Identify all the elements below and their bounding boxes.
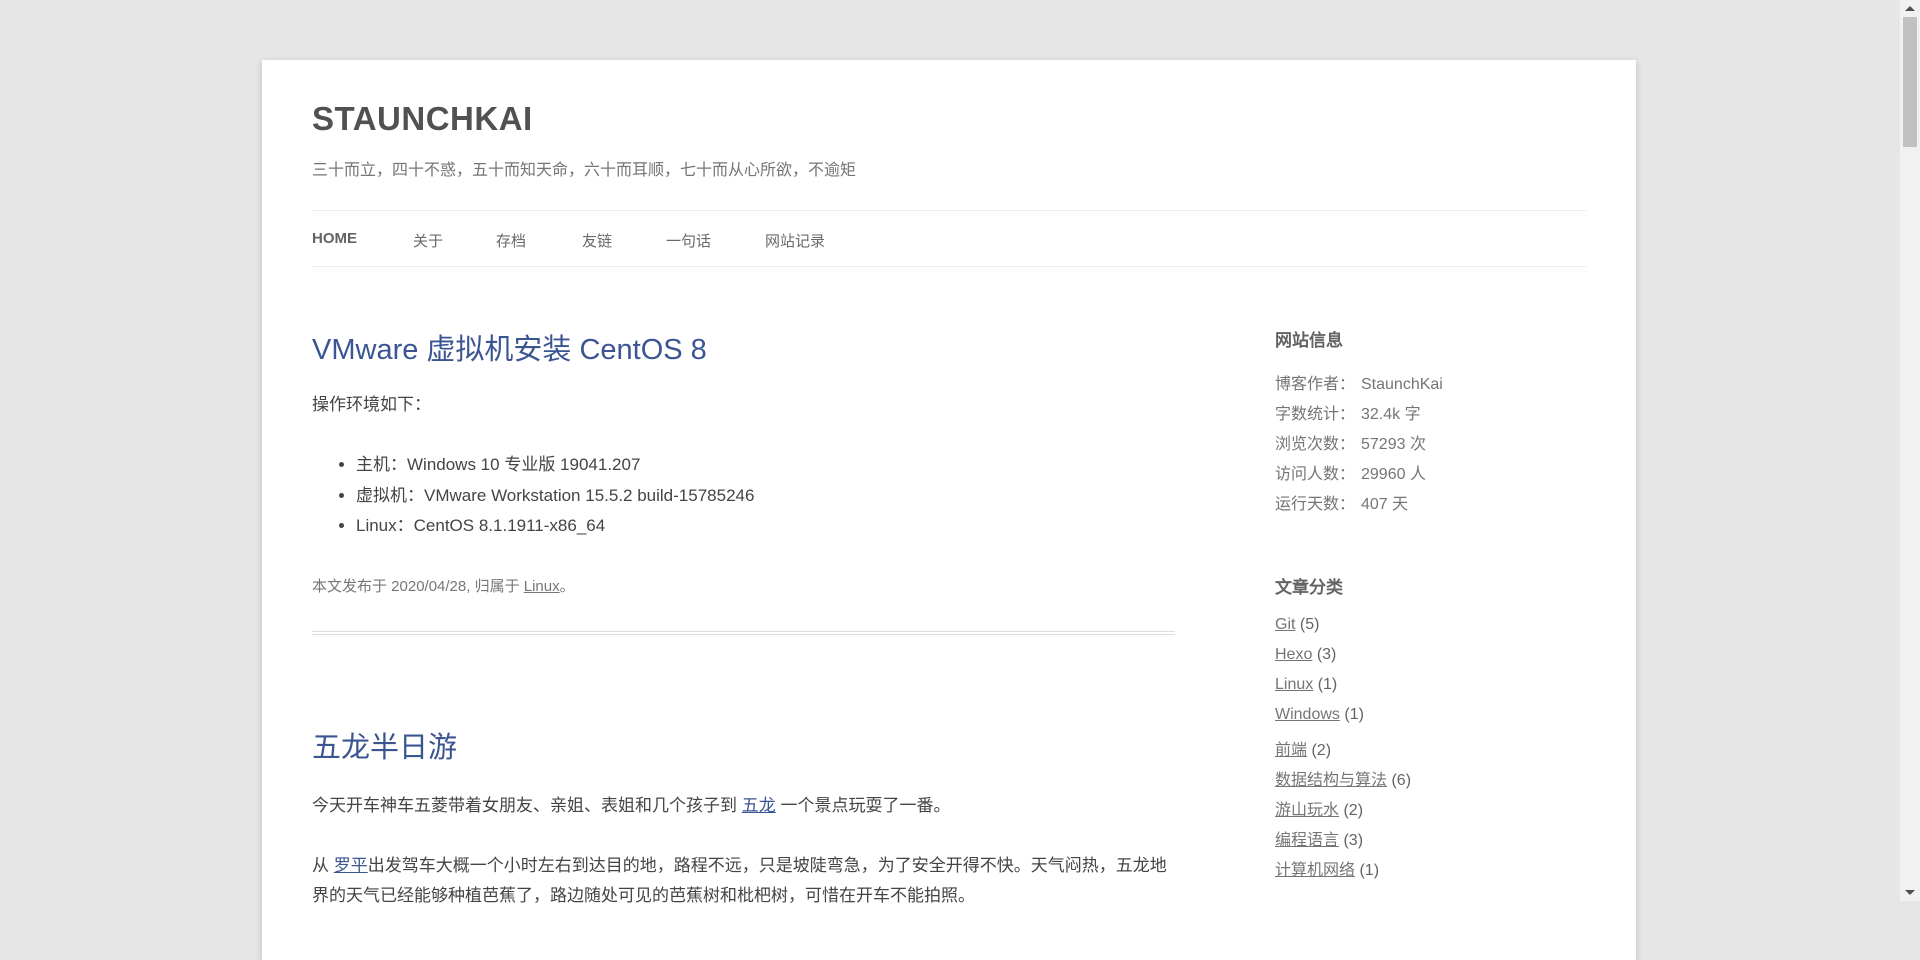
category-count: (2) — [1343, 802, 1364, 819]
category-link[interactable]: Windows — [1275, 706, 1340, 723]
category-item: Hexo (3) — [1275, 646, 1336, 664]
list-item: Linux：CentOS 8.1.1911-x86_64 — [356, 511, 754, 542]
category-link[interactable]: 计算机网络 — [1275, 862, 1355, 879]
category-item: 编程语言 (3) — [1275, 826, 1363, 850]
place-link[interactable]: 罗平 — [334, 856, 368, 875]
post-title[interactable]: VMware 虚拟机安装 CentOS 8 — [312, 326, 707, 368]
category-link[interactable]: 游山玩水 — [1275, 802, 1339, 819]
category-item: 计算机网络 (1) — [1275, 856, 1379, 880]
list-item: 虚拟机：VMware Workstation 15.5.2 build-1578… — [356, 481, 754, 512]
category-count: (3) — [1316, 646, 1337, 663]
scrollbar-thumb[interactable] — [1903, 17, 1917, 147]
text: 一个景点玩耍了一番。 — [775, 796, 951, 815]
post-paragraph: 今天开车神车五菱带着女朋友、亲姐、表姐和几个孩子到 五龙 一个景点玩耍了一番。 — [312, 791, 1175, 821]
category-link[interactable]: 数据结构与算法 — [1275, 772, 1387, 789]
info-row: 博客作者： StaunchKai — [1275, 370, 1443, 394]
category-count: (2) — [1311, 742, 1332, 759]
info-value: 32.4k 字 — [1361, 406, 1421, 423]
info-label: 浏览次数： — [1275, 436, 1356, 453]
category-link[interactable]: 前端 — [1275, 742, 1307, 759]
site-title[interactable]: STAUNCHKAI — [312, 100, 533, 138]
info-label: 运行天数： — [1275, 496, 1356, 513]
category-item: 游山玩水 (2) — [1275, 796, 1363, 820]
post-intro: 操作环境如下： — [312, 395, 431, 414]
text: 从 — [312, 856, 334, 875]
post-title[interactable]: 五龙半日游 — [312, 724, 457, 766]
category-count: (1) — [1344, 706, 1364, 723]
place-link[interactable]: 五龙 — [742, 796, 776, 815]
info-label: 访问人数： — [1275, 466, 1356, 483]
category-count: (6) — [1391, 772, 1412, 789]
scroll-down-arrow-icon[interactable] — [1905, 890, 1915, 895]
scrollbar[interactable] — [1900, 0, 1920, 901]
meta-suffix: 。 — [559, 578, 575, 595]
post-meta: 本文发布于 2020/04/28, 归属于 Linux。 — [312, 575, 575, 596]
info-row: 浏览次数： 57293 次 — [1275, 430, 1426, 454]
category-count: (1) — [1359, 862, 1380, 879]
site-tagline: 三十而立，四十不惑，五十而知天命，六十而耳顺，七十而从心所欲，不逾矩 — [312, 162, 857, 179]
category-item: 数据结构与算法 (6) — [1275, 766, 1411, 790]
scroll-up-arrow-icon[interactable] — [1905, 6, 1915, 11]
info-label: 博客作者： — [1275, 376, 1356, 393]
info-label: 字数统计： — [1275, 406, 1356, 423]
page-container: STAUNCHKAI 三十而立，四十不惑，五十而知天命，六十而耳顺，七十而从心所… — [262, 60, 1636, 960]
post-paragraph: 从 罗平出发驾车大概一个小时左右到达目的地，路程不远，只是坡陡弯急，为了安全开得… — [312, 851, 1175, 911]
category-link[interactable]: Git — [1275, 616, 1295, 633]
widget-title-info: 网站信息 — [1275, 331, 1343, 350]
text: 出发驾车大概一个小时左右到达目的地，路程不远，只是坡陡弯急，为了安全开得不快。天… — [312, 856, 1167, 905]
list-item: 主机：Windows 10 专业版 19041.207 — [356, 450, 754, 481]
widget-title-categories: 文章分类 — [1275, 578, 1343, 597]
category-count: (5) — [1299, 616, 1320, 633]
category-item: 前端 (2) — [1275, 736, 1331, 760]
post-separator — [312, 631, 1175, 635]
category-count: (1) — [1317, 676, 1338, 693]
category-item: Linux (1) — [1275, 676, 1337, 694]
info-row: 访问人数： 29960 人 — [1275, 460, 1426, 484]
category-link[interactable]: 编程语言 — [1275, 832, 1339, 849]
info-row: 字数统计： 32.4k 字 — [1275, 400, 1421, 424]
category-link[interactable]: Hexo — [1275, 646, 1312, 663]
category-link[interactable]: Linux — [1275, 676, 1313, 693]
info-value: 29960 人 — [1361, 466, 1426, 483]
nav-home[interactable]: HOME — [312, 230, 357, 247]
info-value: 407 天 — [1361, 496, 1409, 513]
category-item: Git (5) — [1275, 616, 1319, 634]
info-row: 运行天数： 407 天 — [1275, 490, 1408, 514]
env-list: 主机：Windows 10 专业版 19041.207 虚拟机：VMware W… — [356, 450, 754, 542]
category-count: (3) — [1343, 832, 1364, 849]
category-item: Windows (1) — [1275, 706, 1364, 724]
main-nav: HOME 关于 存档 友链 一句话 网站记录 — [312, 210, 1586, 267]
info-value: 57293 次 — [1361, 436, 1426, 453]
nav-about[interactable]: 关于 — [413, 230, 443, 251]
nav-site-log[interactable]: 网站记录 — [765, 230, 825, 251]
info-value: StaunchKai — [1361, 376, 1443, 393]
nav-quote[interactable]: 一句话 — [666, 230, 711, 251]
nav-archive[interactable]: 存档 — [496, 230, 526, 251]
meta-text: 本文发布于 2020/04/28, 归属于 — [312, 578, 524, 595]
text: 今天开车神车五菱带着女朋友、亲姐、表姐和几个孩子到 — [312, 796, 742, 815]
nav-links[interactable]: 友链 — [582, 230, 612, 251]
category-link[interactable]: Linux — [524, 578, 560, 595]
